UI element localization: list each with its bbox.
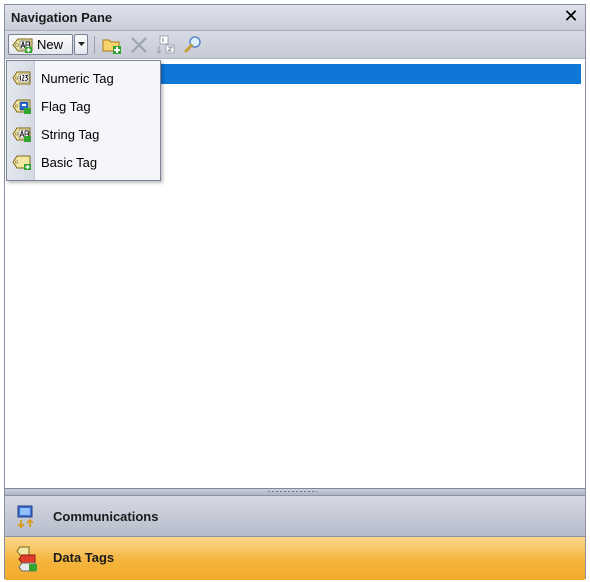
- search-icon[interactable]: [183, 35, 203, 55]
- menu-item-label: Flag Tag: [41, 99, 91, 114]
- basic-tag-icon: [12, 154, 32, 175]
- data-tags-icon: [15, 546, 39, 577]
- new-dropdown-button[interactable]: [74, 34, 88, 55]
- nav-label-data-tags: Data Tags: [53, 550, 115, 565]
- add-folder-icon[interactable]: [102, 35, 122, 55]
- numeric-tag-icon: [12, 70, 32, 91]
- new-dropdown-menu: Numeric Tag Flag Tag String Tag Basic Ta…: [6, 60, 161, 181]
- communications-icon: [15, 505, 37, 534]
- menu-item-label: String Tag: [41, 127, 100, 142]
- new-tag-icon: [12, 37, 34, 58]
- pane-title-bar: Navigation Pane ✕: [5, 5, 585, 31]
- menu-item-label: Numeric Tag: [41, 71, 114, 86]
- menu-item-numeric-tag[interactable]: Numeric Tag: [7, 65, 160, 91]
- delete-icon[interactable]: [129, 35, 149, 55]
- menu-item-string-tag[interactable]: String Tag: [7, 121, 160, 147]
- flag-tag-icon: [12, 98, 32, 119]
- toolbar: New: [5, 31, 585, 59]
- dropdown-arrow-icon: [78, 42, 85, 46]
- string-tag-icon: [12, 126, 32, 147]
- menu-item-basic-tag[interactable]: Basic Tag: [7, 149, 160, 175]
- selected-tree-row[interactable]: [155, 64, 581, 84]
- menu-item-flag-tag[interactable]: Flag Tag: [7, 93, 160, 119]
- menu-item-label: Basic Tag: [41, 155, 98, 170]
- new-button[interactable]: New: [8, 34, 73, 55]
- pane-title: Navigation Pane: [11, 10, 113, 25]
- toolbar-separator: [94, 36, 95, 54]
- new-button-label: New: [37, 37, 64, 52]
- nav-label-communications: Communications: [53, 509, 159, 524]
- grip-dots: [267, 490, 317, 493]
- close-button[interactable]: ✕: [562, 7, 580, 25]
- sort-icon[interactable]: [156, 35, 176, 55]
- nav-button-communications[interactable]: Communications: [5, 495, 585, 536]
- nav-button-data-tags[interactable]: Data Tags: [5, 536, 585, 580]
